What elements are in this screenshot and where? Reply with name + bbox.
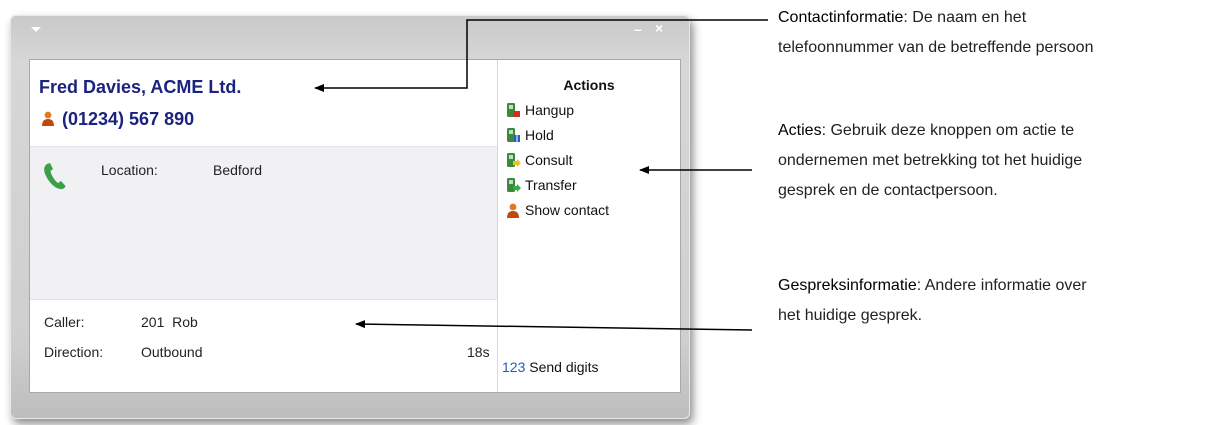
annotation-callinfo: Gespreksinformatie: Andere informatie ov… bbox=[778, 271, 1087, 331]
annotation-contact-line1: : De naam en het bbox=[903, 9, 1027, 26]
annotation-callinfo-line1: : Andere informatie over bbox=[916, 277, 1087, 294]
annotation-actions-line2: ondernemen met betrekking tot het huidig… bbox=[778, 152, 1083, 169]
annotation-contact-title: Contactinformatie bbox=[778, 9, 904, 26]
annotation-actions-line3: gesprek en de contactpersoon. bbox=[778, 182, 998, 199]
annotation-arrows bbox=[314, 19, 768, 331]
contact-arrow bbox=[314, 19, 768, 92]
annotation-actions-line1: : Gebruik deze knoppen om actie te bbox=[821, 122, 1075, 139]
annotation-actions: Acties: Gebruik deze knoppen om actie te… bbox=[778, 116, 1082, 206]
callinfo-arrow bbox=[355, 320, 753, 331]
annotation-contact: Contactinformatie: De naam en het telefo… bbox=[778, 3, 1093, 63]
annotation-actions-title: Acties bbox=[778, 122, 822, 139]
annotation-callinfo-line2: het huidige gesprek. bbox=[778, 307, 923, 324]
annotation-contact-line2: telefoonnummer van de betreffende persoo… bbox=[778, 39, 1094, 56]
annotation-callinfo-title: Gespreksinformatie bbox=[778, 277, 917, 294]
